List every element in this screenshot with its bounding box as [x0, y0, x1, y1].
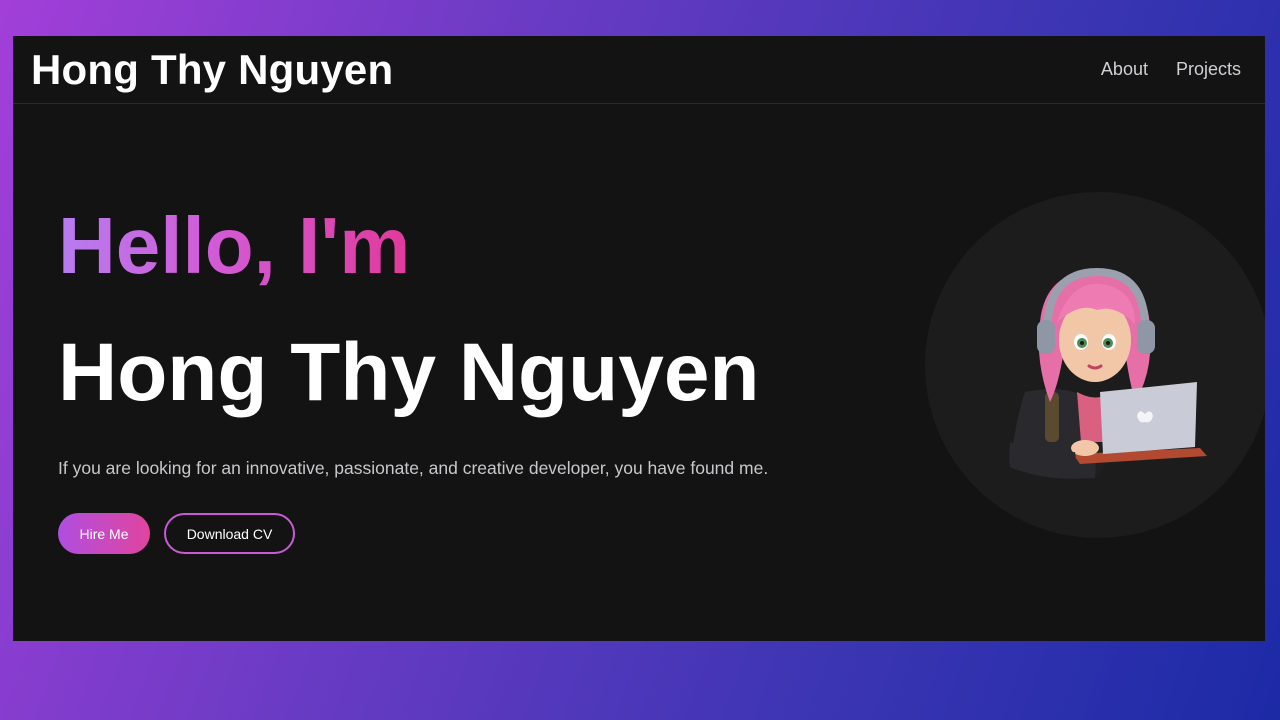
- hero-tagline: If you are looking for an innovative, pa…: [58, 458, 769, 478]
- portfolio-window: Hong Thy Nguyen About Projects Hello, I'…: [13, 36, 1265, 641]
- site-brand[interactable]: Hong Thy Nguyen: [31, 46, 393, 94]
- hero-greeting: Hello, I'm: [58, 201, 411, 290]
- navbar: Hong Thy Nguyen About Projects: [13, 36, 1265, 104]
- developer-avatar-illustration: [1009, 267, 1207, 479]
- hero-name: Hong Thy Nguyen: [58, 327, 760, 418]
- nav-link-about[interactable]: About: [1101, 59, 1148, 80]
- hero-section: Hello, I'm Hong Thy Nguyen If you are lo…: [58, 206, 878, 554]
- nav-links: About Projects: [1101, 59, 1241, 80]
- hire-me-button[interactable]: Hire Me: [58, 513, 150, 554]
- download-cv-button[interactable]: Download CV: [164, 513, 295, 554]
- hero-actions: Hire Me Download CV: [58, 513, 878, 554]
- nav-link-projects[interactable]: Projects: [1176, 59, 1241, 80]
